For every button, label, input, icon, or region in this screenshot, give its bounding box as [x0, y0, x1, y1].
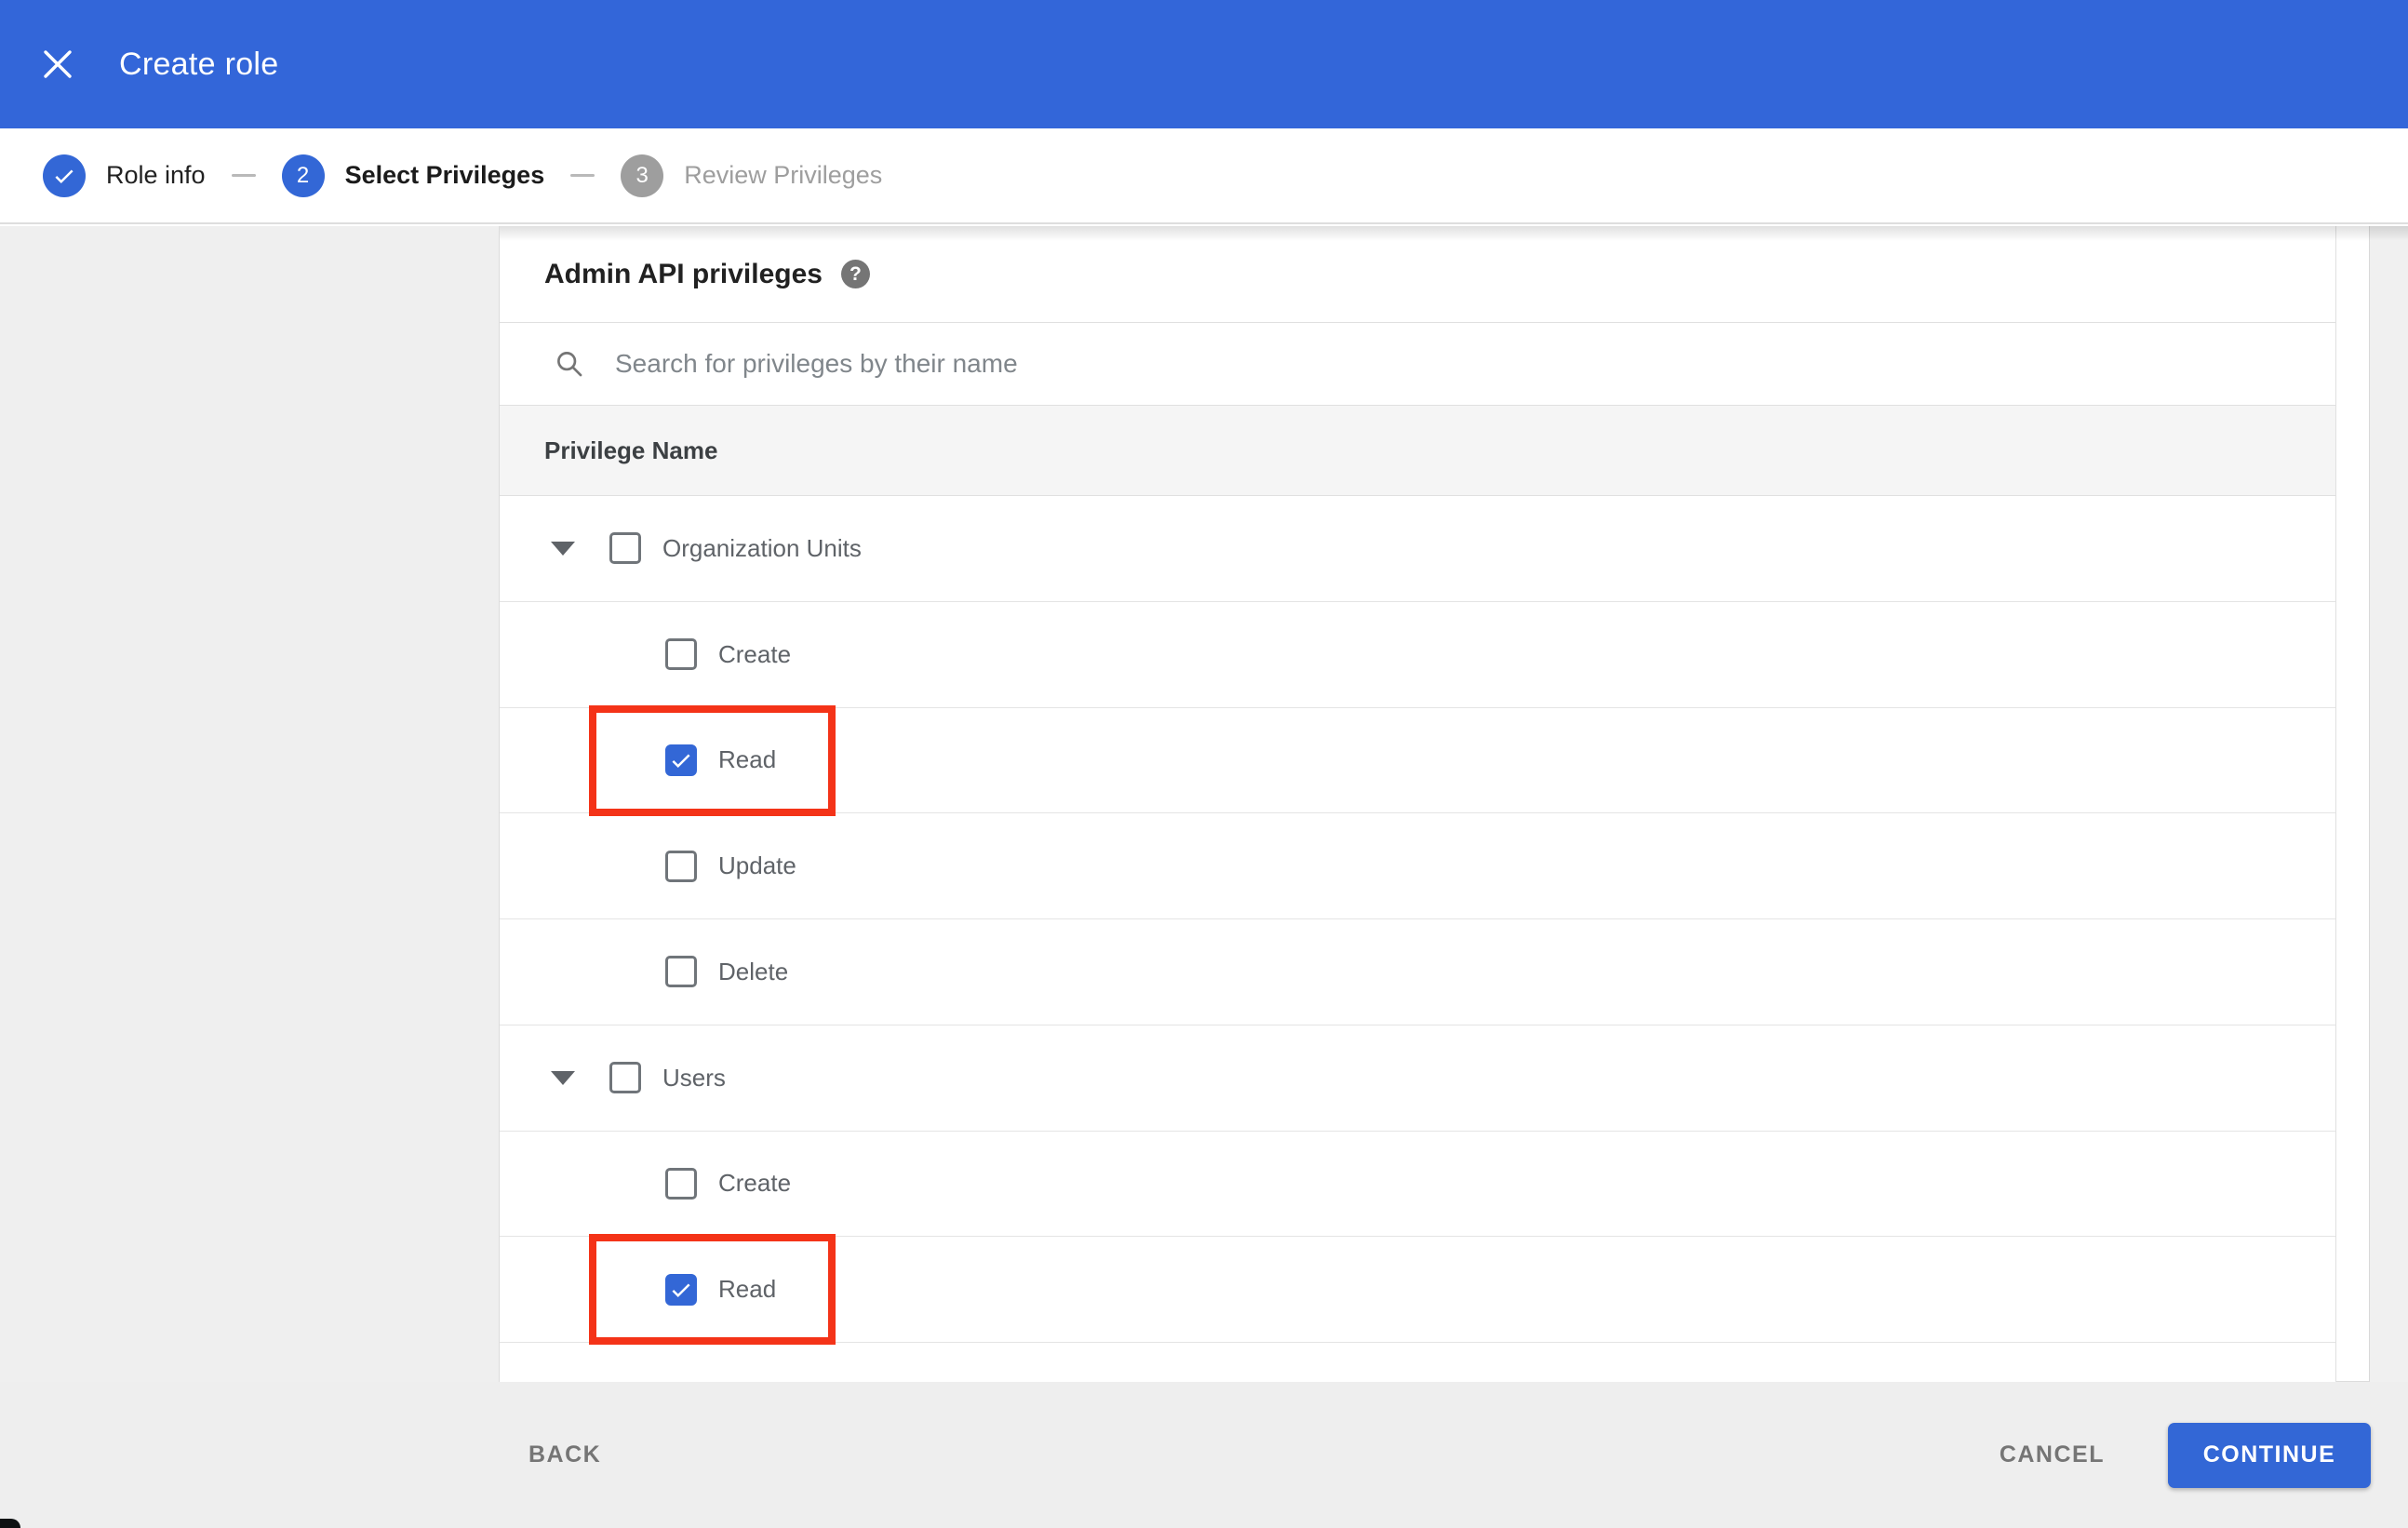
search-row: [500, 323, 2335, 406]
privilege-checkbox[interactable]: [665, 1167, 697, 1200]
create-role-dialog: Create role Role info 2 Select Privilege…: [0, 0, 2408, 1528]
left-pane: [0, 226, 500, 1382]
section-heading: Admin API privileges: [544, 258, 823, 289]
privilege-checkbox[interactable]: [665, 850, 697, 882]
vertical-scrollbar[interactable]: [2369, 226, 2408, 1382]
table-row[interactable]: Create: [500, 1131, 2335, 1238]
back-button[interactable]: BACK: [523, 1441, 607, 1469]
step-role-info[interactable]: Role info: [43, 154, 206, 197]
step-review-privileges[interactable]: 3 Review Privileges: [621, 154, 882, 197]
stepper-connector: [231, 174, 256, 177]
privilege-label: Update: [718, 851, 796, 880]
privileges-table: Organization Units Create Read Update De…: [500, 496, 2335, 1346]
close-icon: [44, 50, 72, 78]
table-row[interactable]: Organization Units: [500, 496, 2335, 602]
privilege-checkbox[interactable]: [609, 532, 641, 565]
table-header-row: Privilege Name: [500, 406, 2335, 496]
close-button[interactable]: [35, 42, 80, 87]
privileges-card: Admin API privileges ? Privilege Name Or…: [500, 226, 2336, 1382]
stepper-connector: [570, 174, 595, 177]
stepper: Role info 2 Select Privileges 3 Review P…: [0, 128, 2408, 224]
table-row[interactable]: Create: [500, 601, 2335, 708]
content-area: Admin API privileges ? Privilege Name Or…: [500, 226, 2408, 1382]
check-icon: [55, 169, 74, 183]
step-1-label: Role info: [106, 161, 206, 189]
continue-button[interactable]: CONTINUE: [2168, 1422, 2371, 1488]
collapse-arrow-icon[interactable]: [551, 541, 575, 556]
heading-row: Admin API privileges ?: [500, 226, 2335, 323]
privilege-checkbox[interactable]: [665, 744, 697, 776]
column-header-privilege-name: Privilege Name: [544, 436, 718, 464]
step-3-label: Review Privileges: [684, 161, 883, 189]
highlight-box: [589, 1234, 836, 1346]
privilege-label: Users: [662, 1063, 726, 1092]
table-row[interactable]: Users: [500, 1025, 2335, 1132]
privilege-label: Read: [718, 745, 777, 774]
footer-bar: BACK CANCEL CONTINUE: [0, 1382, 2408, 1528]
privilege-checkbox[interactable]: [665, 638, 697, 671]
check-icon: [672, 754, 690, 768]
privilege-label: Read: [718, 1275, 777, 1304]
step-2-label: Select Privileges: [344, 161, 545, 189]
cancel-button[interactable]: CANCEL: [1994, 1441, 2110, 1469]
highlight-box: [589, 704, 836, 816]
dialog-title: Create role: [119, 46, 279, 82]
table-row[interactable]: Read: [500, 704, 2335, 816]
privilege-checkbox[interactable]: [665, 956, 697, 988]
privilege-label: Create: [718, 1169, 792, 1198]
collapse-arrow-icon[interactable]: [551, 1070, 575, 1085]
app-bar: Create role: [0, 0, 2408, 128]
step-select-privileges[interactable]: 2 Select Privileges: [281, 154, 545, 197]
search-icon: [557, 352, 582, 377]
check-icon: [672, 1283, 690, 1297]
table-row[interactable]: Read: [500, 1234, 2335, 1346]
table-row[interactable]: Delete: [500, 919, 2335, 1025]
step-2-circle: 2: [281, 154, 325, 197]
step-3-circle: 3: [621, 154, 664, 197]
privilege-checkbox[interactable]: [665, 1273, 697, 1306]
privilege-label: Delete: [718, 957, 789, 985]
search-input[interactable]: [613, 348, 2335, 380]
privilege-checkbox[interactable]: [609, 1062, 641, 1094]
table-row[interactable]: Update: [500, 813, 2335, 919]
step-1-circle: [43, 154, 86, 197]
privilege-label: Organization Units: [662, 533, 862, 562]
help-icon[interactable]: ?: [840, 260, 870, 288]
privilege-label: Create: [718, 639, 792, 668]
